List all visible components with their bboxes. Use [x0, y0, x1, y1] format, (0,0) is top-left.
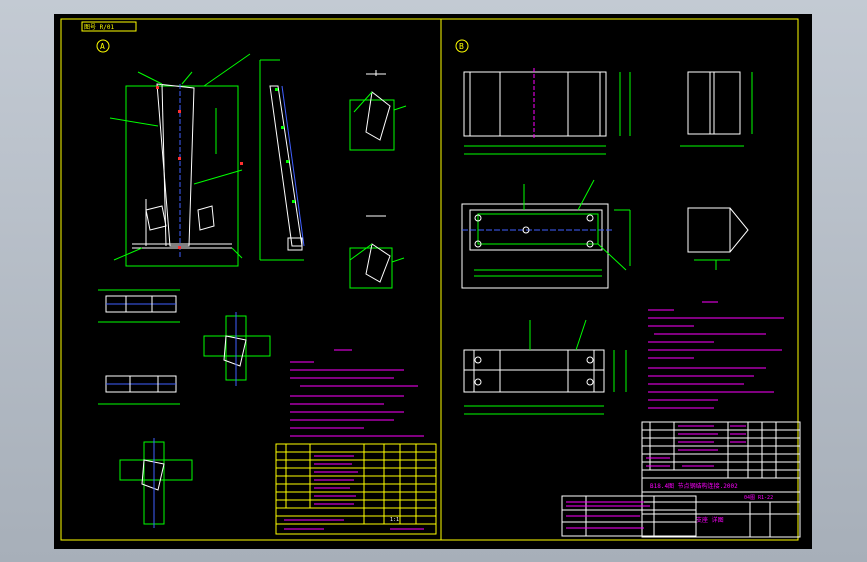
plan-view-1 [98, 289, 180, 323]
right-plan-view [461, 179, 631, 289]
view-marker-a: A [96, 39, 110, 53]
svg-text:A: A [100, 42, 105, 51]
right-title-code: B18.4图 节点钢结构连接.2002 [650, 482, 738, 490]
right-front-elevation [463, 68, 631, 155]
right-lower-elevation [463, 319, 627, 415]
cross-detail [203, 312, 271, 386]
view-marker-b: B [455, 39, 469, 53]
revision-text [566, 501, 650, 529]
cad-viewport: 图号 R/01 A B 1:1 B18.4图 节点钢结构连接.2002 04图 … [0, 0, 867, 562]
plan-view-2 [98, 375, 180, 405]
detail-top [349, 70, 407, 151]
right-drawing-no: 04图 R1-22 [744, 495, 773, 501]
right-hex-detail [687, 207, 749, 270]
right-plan-holes [474, 214, 594, 248]
left-sheet-no: 1:1 [390, 517, 399, 523]
right-side-box [680, 71, 753, 147]
right-notes [648, 301, 784, 409]
svg-text:B: B [459, 42, 464, 51]
cad-drawing: 图号 R/01 A B 1:1 B18.4图 节点钢结构连接.2002 04图 … [60, 18, 801, 541]
lower-detail [119, 438, 193, 528]
detail-middle [349, 215, 405, 289]
right-lower-holes [474, 356, 594, 386]
right-bottom-title: 支座 详图 [696, 516, 724, 524]
file-tag: 图号 R/01 [84, 24, 114, 31]
left-notes [290, 349, 424, 437]
side-section [259, 59, 305, 261]
drawing-canvas[interactable]: 图号 R/01 A B 1:1 B18.4图 节点钢结构连接.2002 04图 … [54, 14, 812, 549]
